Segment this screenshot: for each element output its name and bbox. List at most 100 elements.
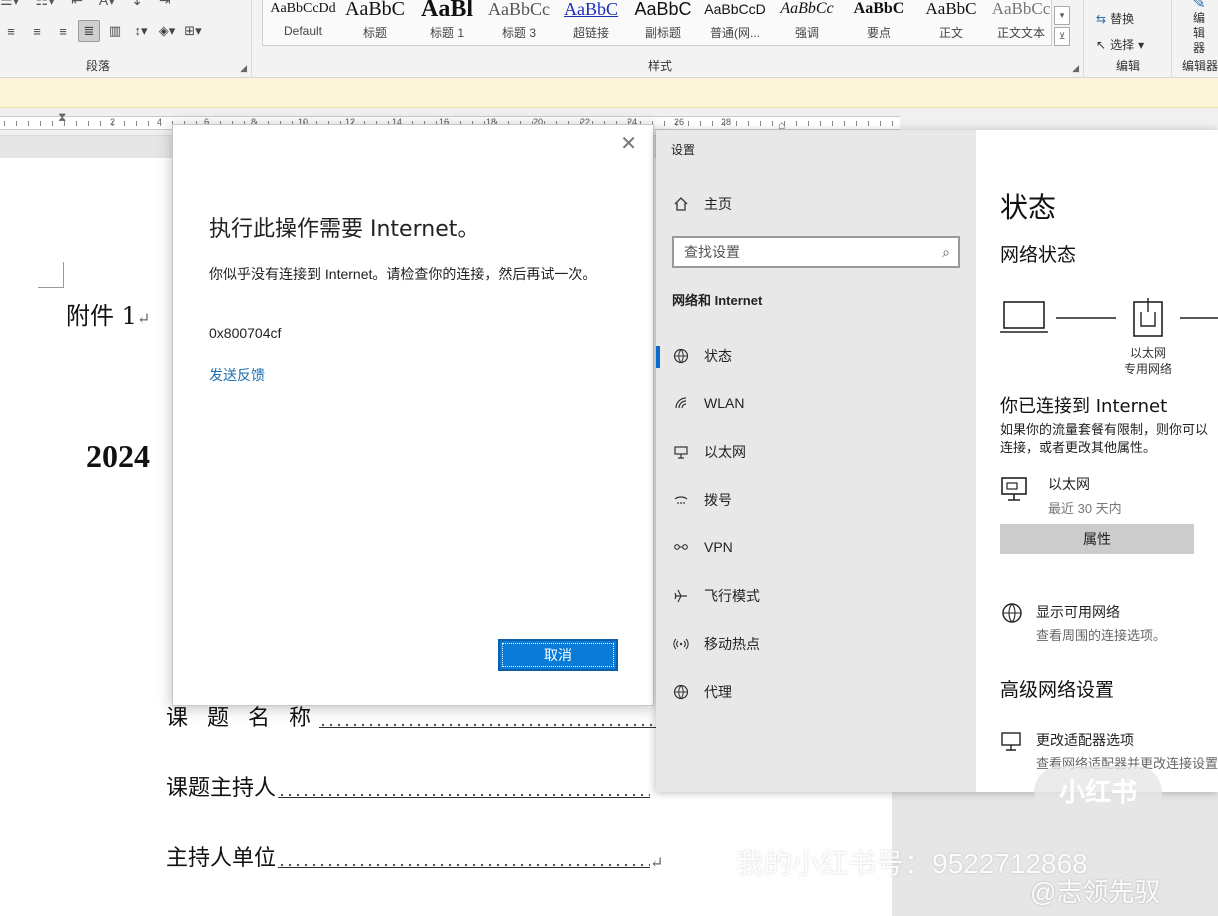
nav-item-ethernet[interactable]: 以太网 [672, 442, 746, 462]
style-heading-3[interactable]: AaBbCc 标题 3 [483, 0, 555, 44]
settings-content: 状态 网络状态 以太网 专用网络 你已连接到 Internet 如果你的流量套餐… [976, 130, 1218, 792]
style-normal-web[interactable]: AaBbCcD 普通(网... [699, 0, 771, 44]
weibo-watermark: @志领先驭 [1030, 877, 1161, 907]
indent-icon[interactable]: ⇤ [71, 0, 83, 9]
close-icon[interactable]: ✕ [620, 131, 637, 156]
style-sample: AaBbCc [780, 0, 834, 17]
shading-icon[interactable]: ◈▾ [156, 20, 178, 42]
align-justify-icon[interactable]: ≣ [78, 20, 100, 42]
nav-item-status[interactable]: 状态 [672, 346, 732, 366]
style-default[interactable]: AaBbCcDd Default [267, 0, 339, 44]
document-title: 2024 [86, 438, 150, 474]
styles-more-icon[interactable]: ⊻ [1054, 27, 1070, 46]
globe-icon [672, 683, 690, 701]
properties-button[interactable]: 属性 [1000, 524, 1194, 554]
editing-group-label: 编辑 [1116, 59, 1141, 73]
style-title[interactable]: AaBbC 标题 [339, 0, 411, 44]
ruler-tick [772, 121, 773, 126]
show-networks-desc: 查看周围的连接选项。 [1036, 628, 1167, 643]
search-icon[interactable]: ⌕ [942, 244, 950, 261]
nav-item-label: 以太网 [704, 444, 746, 460]
borders-icon[interactable]: ⊞▾ [182, 20, 204, 42]
cancel-button[interactable]: 取消 [498, 639, 618, 671]
nav-item-label: WLAN [704, 395, 745, 411]
globe-status-icon [672, 347, 690, 365]
ruler-tick [796, 121, 797, 126]
align-left-icon[interactable]: ≡ [0, 20, 22, 42]
style-subtitle[interactable]: AaBbC 副标题 [627, 0, 699, 44]
ruler-tick [700, 121, 701, 126]
align-right-icon[interactable]: ≡ [52, 20, 74, 42]
search-input[interactable] [674, 238, 924, 266]
nav-item-wlan[interactable]: WLAN [672, 394, 744, 412]
nav-item-label: 飞行模式 [704, 588, 760, 604]
paragraph-align-row: ≡ ≡ ≡ ≣ ▥ ↕▾ ◈▾ ⊞▾ [0, 20, 204, 42]
ethernet-icon [1000, 474, 1034, 517]
editing-group: ⇆ 替换 ↖ 选择 ▾ 编辑 [1088, 0, 1172, 78]
paragraph-launcher-icon[interactable]: ◢ [240, 63, 247, 74]
style-body-text[interactable]: AaBbCc 正文文本 [985, 0, 1057, 44]
style-name: 正文 [938, 26, 963, 40]
font-color-icon[interactable]: A▾ [99, 0, 115, 9]
style-body[interactable]: AaBbC 正文 [915, 0, 987, 44]
line-spacing-icon[interactable]: ↕▾ [130, 20, 152, 42]
styles-scroll-down-icon[interactable]: ▾ [1054, 6, 1070, 25]
style-emphasis[interactable]: AaBbCc 强调 [771, 0, 843, 44]
page-corner-mark [38, 262, 64, 288]
internet-required-dialog: ✕ 执行此操作需要 Internet。 你似乎没有连接到 Internet。请检… [172, 124, 654, 706]
editor-group: ✎ 编辑器 编辑器 [1176, 0, 1218, 78]
field-underline[interactable] [278, 862, 651, 868]
style-strong[interactable]: AaBbC 要点 [843, 0, 915, 44]
nav-item-dialup[interactable]: 拨号 [672, 490, 732, 510]
sort-icon[interactable]: ↧ [131, 0, 143, 9]
paragraph-top-row: ☰▾ ☷▾ ⇤ A▾ ↧ ⇥ [0, 0, 171, 9]
ruler-tick [100, 121, 101, 126]
ruler-tick [136, 121, 137, 126]
ruler-tick [160, 121, 161, 126]
error-code: 0x800704cf [209, 325, 282, 341]
home-icon [672, 195, 690, 213]
ruler-tick [112, 121, 113, 126]
style-name: 普通(网... [710, 26, 760, 40]
ruler-tick [844, 121, 845, 126]
styles-launcher-icon[interactable]: ◢ [1072, 63, 1079, 74]
nav-item-proxy[interactable]: 代理 [672, 682, 732, 702]
indent-marker-icon[interactable]: ⧗ [58, 110, 66, 125]
show-marks-icon[interactable]: ⇥ [159, 0, 171, 9]
attachment-heading: 附件 1↵ [66, 296, 150, 331]
distributed-icon[interactable]: ▥ [104, 20, 126, 42]
send-feedback-link[interactable]: 发送反馈 [209, 365, 265, 385]
ruler-tick [856, 121, 857, 126]
nav-item-airplane[interactable]: 飞行模式 [672, 586, 760, 606]
hotspot-icon [672, 635, 690, 653]
ruler-tick [748, 121, 749, 126]
nav-item-label: VPN [704, 539, 733, 555]
nav-item-hotspot[interactable]: 移动热点 [672, 634, 760, 654]
nav-home-label: 主页 [704, 196, 732, 212]
numbering-icon[interactable]: ☷▾ [36, 0, 56, 9]
nav-home[interactable]: 主页 [672, 194, 732, 214]
style-sample: AaBbCc [488, 0, 550, 19]
ruler-tick [712, 121, 713, 126]
styles-scroll: ▾ ⊻ [1054, 6, 1070, 46]
network-status-heading: 网络状态 [1000, 244, 1077, 266]
style-hyperlink[interactable]: AaBbC 超链接 [555, 0, 627, 44]
bullets-icon[interactable]: ☰▾ [0, 0, 20, 9]
style-sample: AaBl [420, 0, 473, 22]
airplane-icon [672, 587, 690, 605]
select-button[interactable]: ↖ 选择 ▾ [1096, 36, 1144, 53]
field-underline[interactable] [318, 722, 691, 728]
editor-button[interactable]: ✎ 编辑器 [1184, 0, 1214, 56]
style-heading-1[interactable]: AaBl 标题 1 [411, 0, 483, 44]
dialup-icon [672, 491, 690, 509]
ribbon: ☰▾ ☷▾ ⇤ A▾ ↧ ⇥ ≡ ≡ ≡ ≣ ▥ ↕▾ ◈▾ ⊞▾ 段落 ◢ A… [0, 0, 1218, 78]
align-center-icon[interactable]: ≡ [26, 20, 48, 42]
style-sample: AaBbC [564, 0, 618, 19]
paragraph-group-label: 段落 [86, 59, 111, 73]
connection-description-1: 如果你的流量套餐有限制，则你可以 [1000, 422, 1209, 437]
field-underline[interactable] [278, 792, 651, 798]
show-networks-link[interactable]: 显示可用网络 查看周围的连接选项。 [1000, 602, 1166, 644]
nav-item-vpn[interactable]: VPN [672, 538, 733, 556]
ruler-tick [664, 121, 665, 126]
replace-button[interactable]: ⇆ 替换 [1096, 10, 1134, 27]
